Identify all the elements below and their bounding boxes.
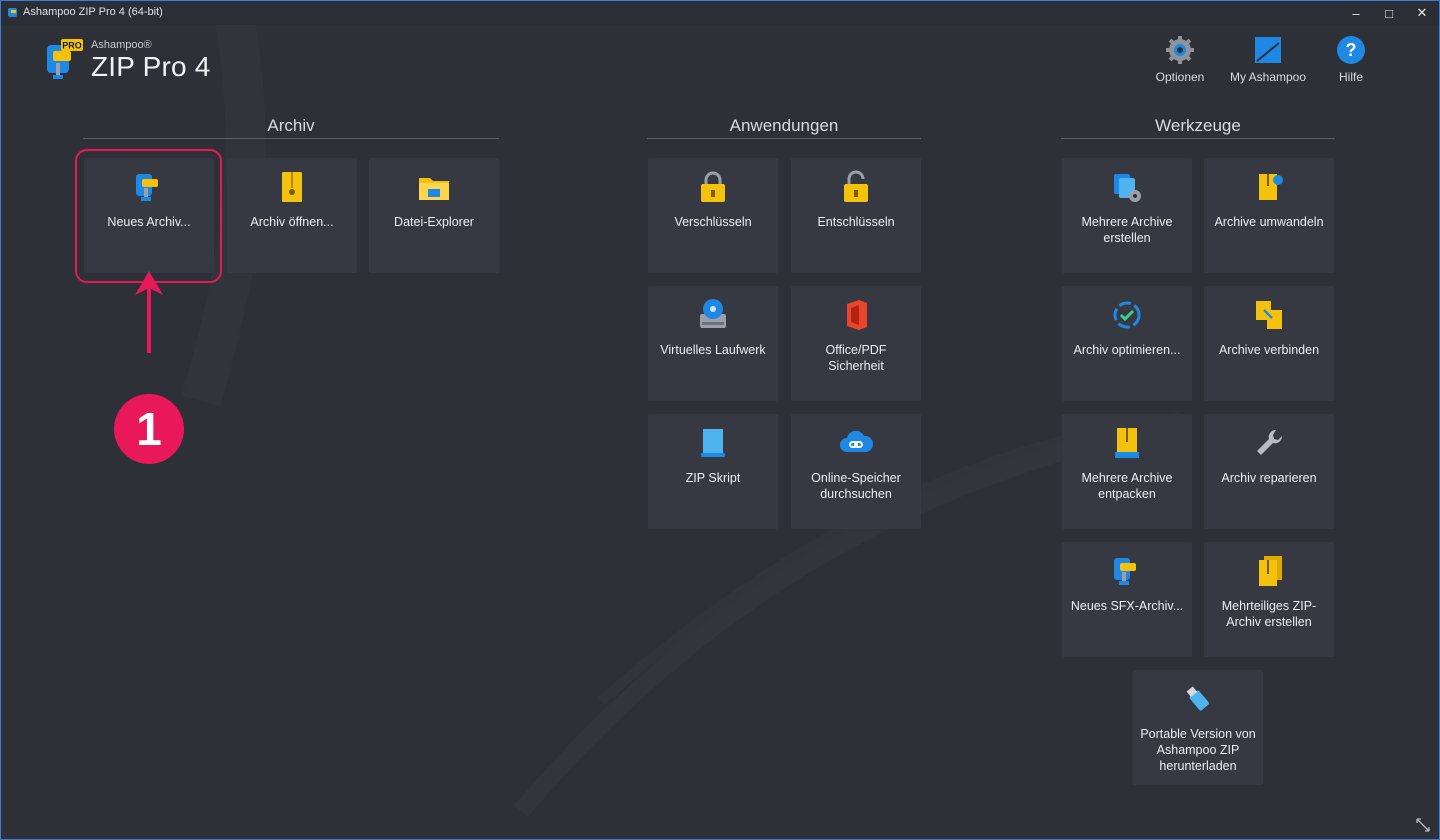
tile-zip-script[interactable]: ZIP Skript	[648, 414, 778, 529]
tile-open-archive[interactable]: Archiv öffnen...	[227, 158, 357, 273]
tile-extract-multiple[interactable]: Mehrere Archive entpacken	[1062, 414, 1192, 529]
tile-label: Office/PDF Sicherheit	[825, 343, 887, 373]
tile-label: Mehrere Archive entpacken	[1081, 471, 1173, 501]
svg-text:PRO: PRO	[62, 41, 82, 51]
tile-repair-archive[interactable]: Archiv reparieren	[1204, 414, 1334, 529]
product-name: ZIP Pro 4	[91, 51, 211, 82]
tile-label: Neues SFX-Archiv...	[1070, 599, 1184, 613]
usb-icon	[1186, 686, 1209, 711]
minimize-button[interactable]: –	[1339, 1, 1373, 25]
merge-icon	[1256, 301, 1282, 329]
tile-multipart-zip[interactable]: Mehrteiliges ZIP-Archiv erstellen	[1204, 542, 1334, 657]
help-label: Hilfe	[1338, 70, 1363, 84]
tile-new-sfx-archive[interactable]: Neues SFX-Archiv...	[1062, 542, 1192, 657]
unlock-icon	[844, 170, 868, 202]
tile-label: Archiv öffnen...	[250, 215, 334, 229]
brand-name: Ashampoo®	[91, 39, 152, 51]
script-icon	[701, 429, 725, 457]
section-divider	[1061, 138, 1335, 139]
lock-icon	[701, 171, 725, 202]
annotation-arrow	[135, 271, 163, 353]
zip-pro-logo-icon: PRO	[47, 39, 83, 79]
tile-label: Verschlüsseln	[674, 215, 752, 229]
office-icon	[847, 300, 867, 330]
ashampoo-icon	[1255, 37, 1281, 63]
window-title: Ashampoo ZIP Pro 4 (64-bit)	[23, 6, 163, 18]
cloud-icon	[840, 430, 873, 452]
options-label: Optionen	[1155, 70, 1205, 84]
help-icon: ?	[1337, 36, 1365, 64]
virtual-drive-icon	[700, 299, 726, 328]
app-icon	[8, 8, 17, 17]
app-window: Ashampoo ZIP Pro 4 (64-bit) – □ ✕ PRO As…	[0, 0, 1440, 840]
section-title-archiv: Archiv	[267, 116, 315, 135]
my-ashampoo-label: My Ashampoo	[1229, 70, 1307, 84]
section-divider	[647, 138, 921, 139]
tile-file-explorer[interactable]: Datei-Explorer	[369, 158, 499, 273]
multipart-icon	[1259, 556, 1282, 586]
svg-text:?: ?	[1346, 40, 1357, 60]
tile-multi-archive-create[interactable]: Mehrere Archive erstellen	[1062, 158, 1192, 273]
extract-icon	[1115, 428, 1139, 458]
sfx-icon	[1114, 558, 1136, 585]
section-title-werkzeuge: Werkzeuge	[1155, 116, 1241, 135]
help-button[interactable]: ? Hilfe	[1306, 35, 1396, 87]
tile-label: Mehrere Archive erstellen	[1081, 215, 1173, 245]
tile-label: Archive verbinden	[1218, 343, 1320, 357]
options-button[interactable]: Optionen	[1135, 35, 1225, 87]
tile-convert-archives[interactable]: Archive umwandeln	[1204, 158, 1334, 273]
highlight-frame	[75, 149, 222, 283]
open-archive-icon	[282, 172, 302, 202]
section-title-anwendungen: Anwendungen	[729, 116, 839, 135]
section-divider	[83, 138, 499, 139]
tile-label: Virtuelles Laufwerk	[660, 343, 766, 357]
close-button[interactable]: ✕	[1405, 1, 1439, 25]
tile-decrypt[interactable]: Entschlüsseln	[791, 158, 921, 273]
step-badge: 1	[114, 394, 184, 464]
convert-icon	[1259, 174, 1283, 200]
title-bar: Ashampoo ZIP Pro 4 (64-bit) – □ ✕	[1, 1, 1439, 25]
app-logo: PRO Ashampoo® ZIP Pro 4	[45, 37, 245, 85]
wrench-icon	[1257, 429, 1283, 455]
optimize-icon	[1113, 301, 1141, 329]
multi-archive-icon	[1114, 174, 1141, 202]
tile-optimize-archive[interactable]: Archiv optimieren...	[1062, 286, 1192, 401]
tile-label: Entschlüsseln	[817, 215, 895, 229]
gear-icon	[1166, 36, 1194, 64]
maximize-button[interactable]: □	[1372, 1, 1406, 25]
tile-label: ZIP Skript	[685, 471, 741, 485]
my-ashampoo-button[interactable]: My Ashampoo	[1223, 35, 1313, 87]
tile-label: Portable Version von Ashampoo ZIP herunt…	[1140, 727, 1256, 773]
tile-label: Datei-Explorer	[394, 215, 474, 229]
tile-merge-archives[interactable]: Archive verbinden	[1204, 286, 1334, 401]
folder-icon	[419, 178, 449, 200]
tile-label: Archiv optimieren...	[1073, 343, 1181, 357]
tile-office-pdf-security[interactable]: Office/PDF Sicherheit	[791, 286, 921, 401]
tile-encrypt[interactable]: Verschlüsseln	[648, 158, 778, 273]
tile-portable-version[interactable]: Portable Version von Ashampoo ZIP herunt…	[1133, 670, 1263, 785]
tile-online-storage[interactable]: Online-Speicher durchsuchen	[791, 414, 921, 529]
resize-grip-icon[interactable]	[1415, 817, 1431, 833]
tile-label: Archive umwandeln	[1214, 215, 1324, 229]
tile-label: Online-Speicher durchsuchen	[811, 471, 901, 501]
tile-label: Mehrteiliges ZIP-Archiv erstellen	[1221, 599, 1317, 629]
tile-label: Archiv reparieren	[1221, 471, 1317, 485]
tile-virtual-drive[interactable]: Virtuelles Laufwerk	[648, 286, 778, 401]
